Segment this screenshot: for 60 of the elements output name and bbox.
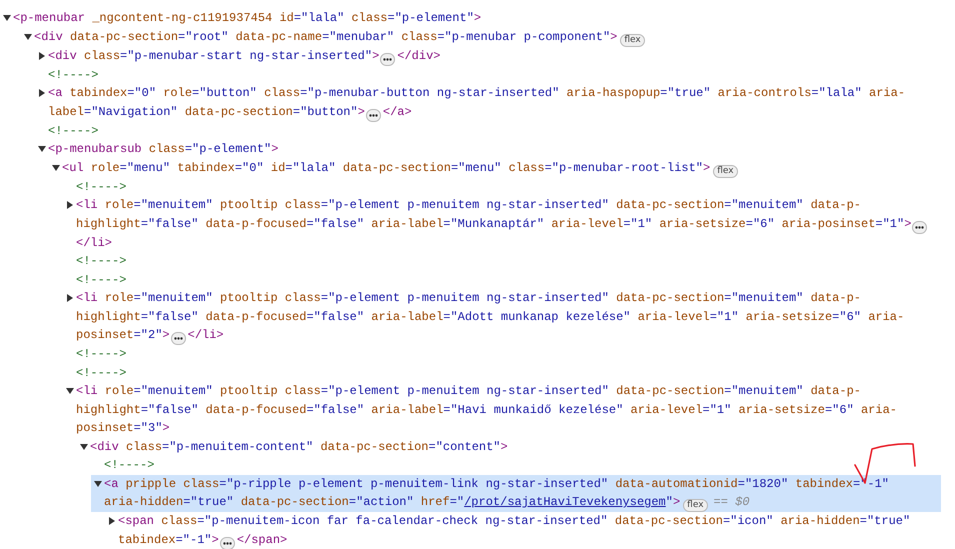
console-reference: == $0 xyxy=(714,495,750,509)
html-comment: <!----> xyxy=(76,254,126,268)
html-comment: <!----> xyxy=(76,347,126,361)
triangle-down-icon[interactable] xyxy=(38,145,46,153)
triangle-down-icon[interactable] xyxy=(80,442,88,450)
html-comment: <!----> xyxy=(76,180,126,194)
element-tag-line[interactable]: <a tabindex="0" role="button" class="p-menubar-button ng-star-inserted" aria-haspopup="true" aria-controls="lala" aria- xyxy=(48,84,941,102)
ellipsis-button[interactable] xyxy=(170,332,186,345)
triangle-down-icon[interactable] xyxy=(2,14,10,22)
ellipsis-icon xyxy=(915,226,924,228)
ellipsis-button[interactable] xyxy=(380,52,396,66)
element-tag-line[interactable]: posinset="2"> xyxy=(76,328,170,342)
triangle-right-icon[interactable] xyxy=(38,52,46,60)
triangle-down-icon[interactable] xyxy=(94,480,102,488)
element-tag-line[interactable]: <p-menubar _ngcontent-ng-c1191937454 id="lala" class="p-element"> xyxy=(13,11,482,25)
element-tag-line[interactable]: <div class="p-menuitem-content" data-pc-section="content"> xyxy=(90,440,508,454)
element-tag-line[interactable]: highlight="false" data-p-focused="false" aria-label="Adott munkanap kezelése" aria-level="1" aria-setsize="6" aria- xyxy=(76,308,941,326)
element-tag-line[interactable]: highlight="false" data-p-focused="false" aria-label="Munkanaptár" aria-level="1" aria-setsize="6" aria-posinset="1"> xyxy=(76,216,912,230)
html-comment: <!----> xyxy=(76,366,126,380)
ellipsis-icon xyxy=(368,114,378,116)
element-tag-line[interactable]: <ul role="menu" tabindex="0" id="lala" data-pc-section="menu" class="p-menubar-root-list"> xyxy=(62,160,710,174)
triangle-right-icon[interactable] xyxy=(38,89,46,97)
layout-badge[interactable]: flex xyxy=(713,164,738,178)
ellipsis-icon xyxy=(222,542,232,544)
html-comment: <!----> xyxy=(48,68,98,82)
element-tag-line[interactable]: posinset="3"> xyxy=(76,421,170,435)
element-tag-line[interactable]: tabindex="-1"> xyxy=(118,532,219,546)
element-tag-line[interactable]: <li role="menuitem" ptooltip class="p-element p-menuitem ng-star-inserted" data-pc-section="menuitem" data-p- xyxy=(76,196,941,214)
html-comment: <!----> xyxy=(104,458,154,472)
ellipsis-button[interactable] xyxy=(220,536,235,549)
ellipsis-button[interactable] xyxy=(912,220,928,234)
triangle-right-icon[interactable] xyxy=(66,294,74,302)
element-tag-line[interactable]: <span class="p-menuitem-icon far fa-calendar-check ng-star-inserted" data-pc-section="icon" aria-hidden="true" xyxy=(118,512,941,530)
ellipsis-button[interactable] xyxy=(366,108,381,122)
element-tag-line[interactable]: <div class="p-menubar-start ng-star-inserted"> xyxy=(48,48,380,62)
triangle-down-icon[interactable] xyxy=(24,32,32,40)
checkmark-annotation xyxy=(852,440,919,486)
element-tag-line[interactable]: <div data-pc-section="root" data-pc-name="menubar" class="p-menubar p-component"> xyxy=(34,30,618,44)
closing-tag: </span> xyxy=(236,532,288,546)
element-tag-line[interactable]: aria-hidden="true" data-pc-section="action" href="/prot/sajatHaviTevekenysegem"> xyxy=(104,495,680,509)
ellipsis-icon xyxy=(174,337,183,340)
element-tag-line[interactable]: <li role="menuitem" ptooltip class="p-element p-menuitem ng-star-inserted" data-pc-section="menuitem" data-p- xyxy=(76,289,941,308)
element-tag-line[interactable]: <p-menubarsub class="p-element"> xyxy=(48,142,278,156)
element-tag-line[interactable]: highlight="false" data-p-focused="false" aria-label="Havi munkaidő kezelése" aria-level="1" aria-setsize="6" aria- xyxy=(76,400,941,419)
triangle-down-icon[interactable] xyxy=(66,387,74,395)
triangle-down-icon[interactable] xyxy=(52,164,60,172)
layout-badge[interactable]: flex xyxy=(620,34,645,46)
layout-badge[interactable]: flex xyxy=(683,499,708,512)
html-comment: <!----> xyxy=(76,272,126,286)
closing-tag: </li> xyxy=(76,236,112,250)
closing-tag: </li> xyxy=(188,328,224,342)
closing-tag: </div> xyxy=(397,48,440,62)
closing-tag: </a> xyxy=(382,104,412,118)
triangle-right-icon[interactable] xyxy=(66,201,74,209)
element-tag-line[interactable]: label="Navigation" data-pc-section="button"> xyxy=(48,104,365,118)
selected-node-highlight[interactable] xyxy=(91,474,941,512)
element-tag-line[interactable]: <li role="menuitem" ptooltip class="p-element p-menuitem ng-star-inserted" data-pc-section="menuitem" data-p- xyxy=(76,382,941,400)
ellipsis-icon xyxy=(383,58,392,60)
triangle-right-icon[interactable] xyxy=(108,517,116,525)
html-comment: <!----> xyxy=(48,124,98,138)
